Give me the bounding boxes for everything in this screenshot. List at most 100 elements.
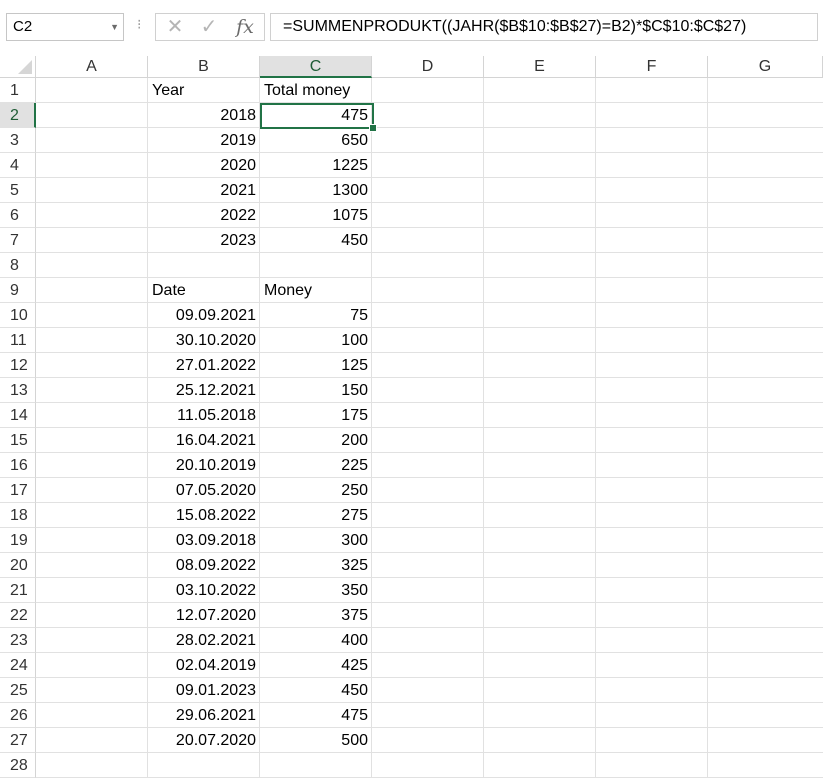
cell-money[interactable]: 125 bbox=[260, 353, 372, 378]
cell-year[interactable]: 2019 bbox=[148, 128, 260, 153]
cell-header-money[interactable]: Money bbox=[260, 278, 372, 303]
row-header-4[interactable]: 4 bbox=[0, 153, 36, 178]
cell-money[interactable]: 350 bbox=[260, 578, 372, 603]
row-header-14[interactable]: 14 bbox=[0, 403, 36, 428]
cell-date[interactable]: 09.01.2023 bbox=[148, 678, 260, 703]
cell-date[interactable]: 08.09.2022 bbox=[148, 553, 260, 578]
column-header-b[interactable]: B bbox=[148, 56, 260, 78]
row-header-26[interactable]: 26 bbox=[0, 703, 36, 728]
row-header-17[interactable]: 17 bbox=[0, 478, 36, 503]
row-header-7[interactable]: 7 bbox=[0, 228, 36, 253]
row-header-20[interactable]: 20 bbox=[0, 553, 36, 578]
column-header-a[interactable]: A bbox=[36, 56, 148, 78]
cell-total-money[interactable]: 650 bbox=[260, 128, 372, 153]
cell-year[interactable]: 2020 bbox=[148, 153, 260, 178]
row-header-13[interactable]: 13 bbox=[0, 378, 36, 403]
row-header-28[interactable]: 28 bbox=[0, 753, 36, 778]
select-all-triangle-icon bbox=[18, 60, 32, 74]
column-header-g[interactable]: G bbox=[708, 56, 823, 78]
row-header-5[interactable]: 5 bbox=[0, 178, 36, 203]
cell-total-money[interactable]: 1300 bbox=[260, 178, 372, 203]
cell-money[interactable]: 75 bbox=[260, 303, 372, 328]
row-header-19[interactable]: 19 bbox=[0, 528, 36, 553]
drag-handle-icon[interactable]: ⁝ bbox=[137, 16, 141, 33]
column-header-d[interactable]: D bbox=[372, 56, 484, 78]
cell-money[interactable]: 450 bbox=[260, 678, 372, 703]
chevron-down-icon[interactable]: ▼ bbox=[110, 14, 119, 40]
cancel-icon[interactable]: ✕ bbox=[160, 14, 190, 40]
cell-date[interactable]: 29.06.2021 bbox=[148, 703, 260, 728]
formula-buttons: ✕ ✓ fx bbox=[155, 13, 265, 41]
cell-money[interactable]: 150 bbox=[260, 378, 372, 403]
fill-handle[interactable] bbox=[369, 124, 377, 132]
row-header-2[interactable]: 2 bbox=[0, 103, 36, 128]
cell-total-money[interactable]: 450 bbox=[260, 228, 372, 253]
insert-function-icon[interactable]: fx bbox=[230, 14, 260, 40]
row-header-24[interactable]: 24 bbox=[0, 653, 36, 678]
cell-year[interactable]: 2018 bbox=[148, 103, 260, 128]
cell-year[interactable]: 2023 bbox=[148, 228, 260, 253]
name-box[interactable]: C2 ▼ bbox=[6, 13, 124, 41]
cell-header-date[interactable]: Date bbox=[148, 278, 260, 303]
row-header-16[interactable]: 16 bbox=[0, 453, 36, 478]
cell-money[interactable]: 325 bbox=[260, 553, 372, 578]
row-header-11[interactable]: 11 bbox=[0, 328, 36, 353]
cell-date[interactable]: 27.01.2022 bbox=[148, 353, 260, 378]
cell-date[interactable]: 12.07.2020 bbox=[148, 603, 260, 628]
cell-date[interactable]: 20.07.2020 bbox=[148, 728, 260, 753]
cell-date[interactable]: 16.04.2021 bbox=[148, 428, 260, 453]
cell-money[interactable]: 300 bbox=[260, 528, 372, 553]
row-header-25[interactable]: 25 bbox=[0, 678, 36, 703]
enter-icon[interactable]: ✓ bbox=[194, 14, 224, 40]
row-header-10[interactable]: 10 bbox=[0, 303, 36, 328]
cell-money[interactable]: 250 bbox=[260, 478, 372, 503]
cell-date[interactable]: 02.04.2019 bbox=[148, 653, 260, 678]
row-header-15[interactable]: 15 bbox=[0, 428, 36, 453]
cell-header-total-money[interactable]: Total money bbox=[260, 78, 372, 103]
cell-money[interactable]: 275 bbox=[260, 503, 372, 528]
cell-money[interactable]: 400 bbox=[260, 628, 372, 653]
select-all-button[interactable] bbox=[0, 56, 36, 78]
formula-bar: C2 ▼ ⁝ ✕ ✓ fx =SUMMENPRODUKT((JAHR($B$10… bbox=[0, 0, 823, 57]
row-header-3[interactable]: 3 bbox=[0, 128, 36, 153]
cell-date[interactable]: 15.08.2022 bbox=[148, 503, 260, 528]
column-gridline bbox=[707, 78, 708, 778]
cell-total-money[interactable]: 1075 bbox=[260, 203, 372, 228]
cell-money[interactable]: 375 bbox=[260, 603, 372, 628]
cell-money[interactable]: 175 bbox=[260, 403, 372, 428]
cell-date[interactable]: 09.09.2021 bbox=[148, 303, 260, 328]
formula-input[interactable]: =SUMMENPRODUKT((JAHR($B$10:$B$27)=B2)*$C… bbox=[270, 13, 818, 41]
row-header-1[interactable]: 1 bbox=[0, 78, 36, 103]
column-header-e[interactable]: E bbox=[484, 56, 596, 78]
cell-money[interactable]: 225 bbox=[260, 453, 372, 478]
cell-date[interactable]: 25.12.2021 bbox=[148, 378, 260, 403]
cell-year[interactable]: 2022 bbox=[148, 203, 260, 228]
cell-money[interactable]: 500 bbox=[260, 728, 372, 753]
cell-date[interactable]: 03.09.2018 bbox=[148, 528, 260, 553]
cell-date[interactable]: 28.02.2021 bbox=[148, 628, 260, 653]
cell-date[interactable]: 11.05.2018 bbox=[148, 403, 260, 428]
cell-money[interactable]: 100 bbox=[260, 328, 372, 353]
column-header-c[interactable]: C bbox=[260, 56, 372, 78]
cell-year[interactable]: 2021 bbox=[148, 178, 260, 203]
cell-date[interactable]: 07.05.2020 bbox=[148, 478, 260, 503]
row-header-6[interactable]: 6 bbox=[0, 203, 36, 228]
cell-header-year[interactable]: Year bbox=[148, 78, 260, 103]
cell-money[interactable]: 475 bbox=[260, 703, 372, 728]
cell-date[interactable]: 20.10.2019 bbox=[148, 453, 260, 478]
cell-money[interactable]: 425 bbox=[260, 653, 372, 678]
row-header-21[interactable]: 21 bbox=[0, 578, 36, 603]
row-header-8[interactable]: 8 bbox=[0, 253, 36, 278]
column-header-f[interactable]: F bbox=[596, 56, 708, 78]
column-gridline bbox=[595, 78, 596, 778]
row-header-12[interactable]: 12 bbox=[0, 353, 36, 378]
row-header-9[interactable]: 9 bbox=[0, 278, 36, 303]
row-header-23[interactable]: 23 bbox=[0, 628, 36, 653]
cell-total-money[interactable]: 1225 bbox=[260, 153, 372, 178]
cell-money[interactable]: 200 bbox=[260, 428, 372, 453]
cell-date[interactable]: 30.10.2020 bbox=[148, 328, 260, 353]
row-header-27[interactable]: 27 bbox=[0, 728, 36, 753]
row-header-18[interactable]: 18 bbox=[0, 503, 36, 528]
cell-date[interactable]: 03.10.2022 bbox=[148, 578, 260, 603]
row-header-22[interactable]: 22 bbox=[0, 603, 36, 628]
